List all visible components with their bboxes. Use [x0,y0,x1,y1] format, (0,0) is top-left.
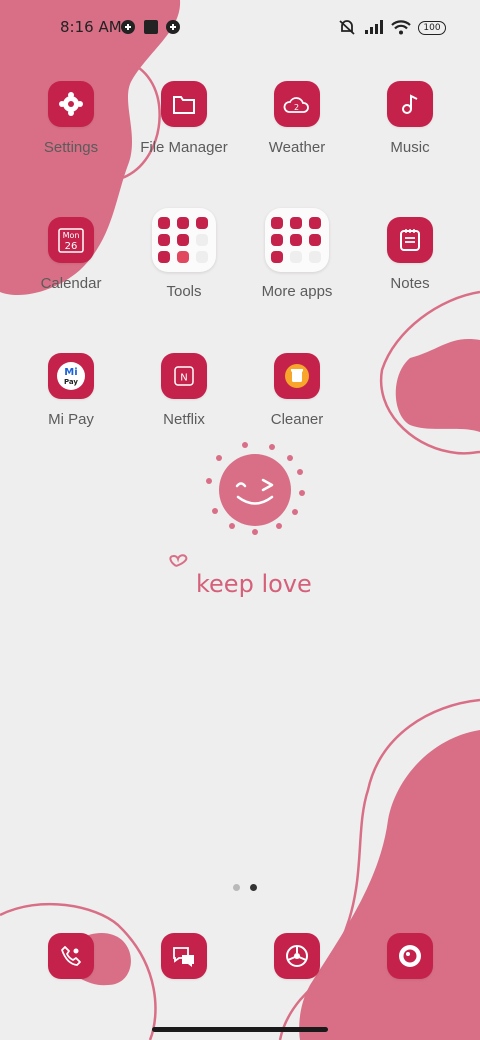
cleaner-icon [274,353,320,399]
app-file-manager[interactable]: File Manager [129,81,239,156]
page-dot[interactable] [233,884,240,891]
app-label: Cleaner [270,411,324,428]
calendar-day: Mon [63,231,80,240]
wallpaper-tagline: keep love [196,570,312,598]
bottom-right-blob [299,730,480,1040]
right-blob [395,339,480,432]
browser-icon [274,933,320,979]
folder-label: More apps [261,283,333,300]
music-note-icon [387,81,433,127]
folder-label: Tools [166,283,202,300]
dock-messages[interactable] [129,933,239,979]
app-notification-icon [143,19,159,35]
app-cleaner[interactable]: Cleaner [242,353,352,428]
notification-icon [120,19,136,35]
dock-camera[interactable] [355,933,465,979]
folder-more-apps[interactable]: More apps [242,208,352,300]
page-indicator [228,878,262,896]
app-mi-pay[interactable]: Mi Pay Mi Pay [16,353,126,428]
app-label: File Manager [140,139,228,156]
dock-browser[interactable] [242,933,352,979]
status-time: 8:16 AM [60,18,122,36]
camera-icon [387,933,433,979]
netflix-icon: N [161,353,207,399]
notes-icon [387,217,433,263]
phone-icon [48,933,94,979]
netflix-glyph: N [180,373,187,384]
status-bar: 8:16 AM 100 [0,0,480,56]
mi-pay-icon: Mi Pay [48,353,94,399]
folder-icon [161,81,207,127]
dock-phone[interactable] [16,933,126,979]
app-music[interactable]: Music [355,81,465,156]
folder-preview [265,208,329,272]
app-label: Weather [268,139,326,156]
wifi-icon [391,19,411,35]
app-settings[interactable]: Settings [16,81,126,156]
home-gesture-bar[interactable] [152,1027,328,1032]
signal-icon [364,19,383,35]
app-label: Settings [43,139,99,156]
app-notes[interactable]: Notes [355,217,465,292]
app-label: Notes [390,275,430,292]
calendar-icon: Mon 26 [48,217,94,263]
mi-pay-bottom: Pay [64,378,78,386]
app-label: Music [390,139,430,156]
app-weather[interactable]: 2 Weather [242,81,352,156]
page-dot-active[interactable] [250,884,257,891]
notification-icon-2 [165,19,181,35]
mute-icon [338,19,355,35]
small-heart [169,554,188,567]
settings-icon [48,81,94,127]
app-label: Mi Pay [48,411,94,428]
app-label: Calendar [40,275,102,292]
folder-preview [152,208,216,272]
messages-icon [161,933,207,979]
sun-illustration [206,442,305,535]
weather-icon: 2 [274,81,320,127]
mi-pay-top: Mi [64,367,77,378]
battery-indicator: 100 [418,21,446,35]
app-calendar[interactable]: Mon 26 Calendar [16,217,126,292]
app-label: Netflix [163,411,205,428]
app-netflix[interactable]: N Netflix [129,353,239,428]
folder-tools[interactable]: Tools [129,208,239,300]
calendar-date: 26 [65,241,78,252]
weather-temp: 2 [294,103,299,112]
